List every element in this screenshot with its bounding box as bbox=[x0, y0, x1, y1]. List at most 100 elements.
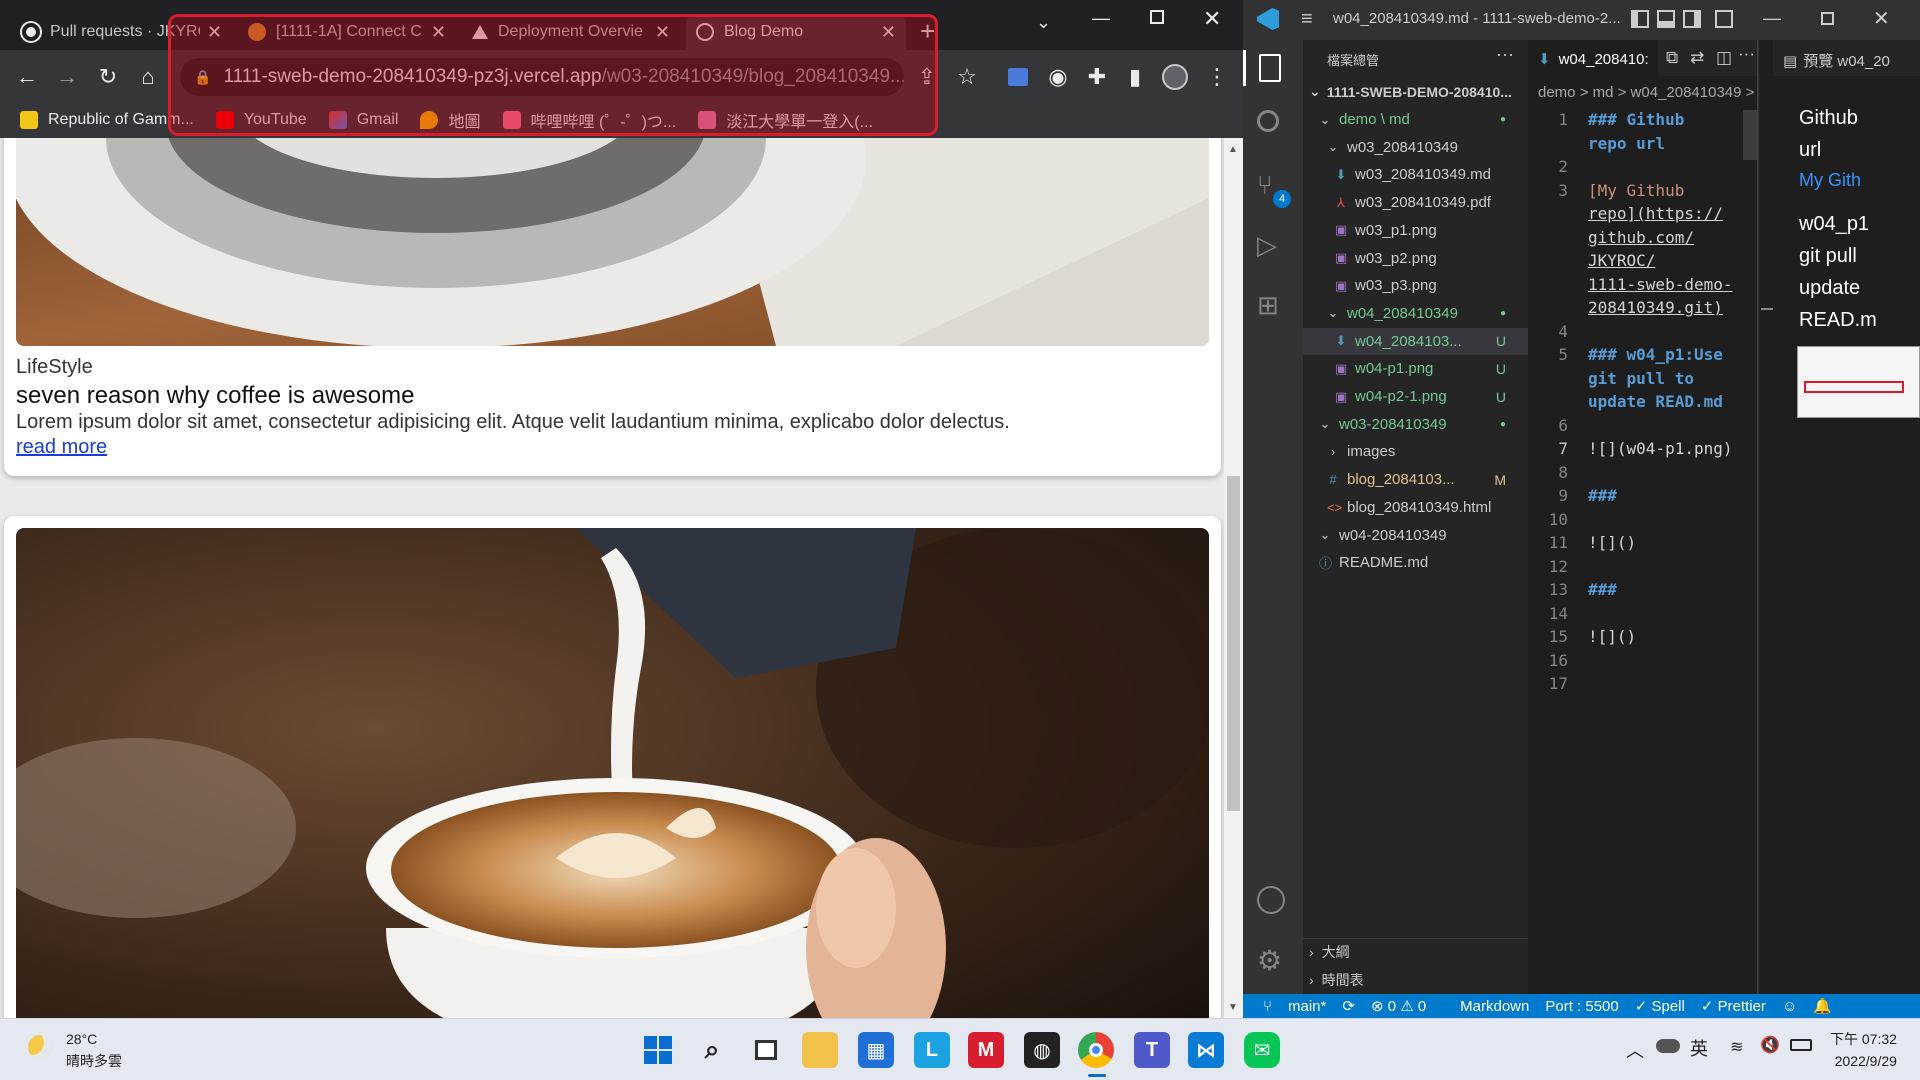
ime-indicator[interactable]: 英 bbox=[1690, 1035, 1708, 1061]
tree-item[interactable]: ⌄ w03-208410349 ● bbox=[1303, 411, 1528, 438]
onedrive-cloud-icon[interactable] bbox=[1656, 1039, 1680, 1053]
tree-item[interactable]: › images bbox=[1303, 438, 1528, 465]
language-mode[interactable]: Markdown bbox=[1460, 998, 1529, 1015]
tree-item[interactable]: ⬇ w03_208410349.md bbox=[1303, 161, 1528, 188]
app-l-icon[interactable]: L bbox=[914, 1032, 950, 1068]
mcafee-icon[interactable]: M bbox=[968, 1032, 1004, 1068]
toggle-sidebar-icon[interactable] bbox=[1631, 10, 1649, 28]
bookmark-star-icon[interactable]: ☆ bbox=[952, 62, 982, 92]
menu-icon[interactable]: ≡ bbox=[1301, 8, 1313, 31]
maximize-button[interactable] bbox=[1150, 10, 1164, 24]
read-more-link[interactable]: read more bbox=[16, 436, 107, 459]
start-windows-icon[interactable] bbox=[640, 1032, 676, 1068]
minimize-button[interactable]: — bbox=[1092, 8, 1110, 29]
split-editor-icon[interactable]: ◫ bbox=[1716, 48, 1732, 68]
preview-tab[interactable]: ▤ 預覽 w04_20 bbox=[1773, 40, 1920, 76]
minimize-button[interactable]: — bbox=[1763, 8, 1781, 29]
tree-item[interactable]: ⅄ w03_208410349.pdf bbox=[1303, 189, 1528, 216]
tree-item[interactable]: ⌄ w03_208410349 bbox=[1303, 134, 1528, 161]
tab-connect[interactable]: [1111-1A] Connect C ✕ bbox=[238, 14, 456, 50]
bookmark-item[interactable]: 地圖 bbox=[420, 108, 481, 132]
bookmark-item[interactable]: Republic of Gamm... bbox=[20, 111, 194, 129]
scroll-down-arrow-icon[interactable]: ▼ bbox=[1228, 1002, 1238, 1013]
tree-item[interactable]: ⓘ README.md bbox=[1303, 549, 1528, 576]
close-icon[interactable]: ✕ bbox=[655, 22, 670, 43]
close-window-button[interactable]: ✕ bbox=[1873, 6, 1890, 31]
editor-scrollbar[interactable] bbox=[1758, 40, 1773, 994]
share-icon[interactable]: ⇪ bbox=[912, 62, 942, 92]
profile-avatar[interactable] bbox=[1160, 62, 1190, 92]
sync-icon[interactable]: ⟳ bbox=[1342, 997, 1355, 1015]
file-explorer-icon[interactable] bbox=[802, 1032, 838, 1068]
explorer-icon[interactable] bbox=[1259, 54, 1281, 82]
volume-muted-icon[interactable]: 🔇 bbox=[1760, 1035, 1780, 1055]
bookmark-item[interactable]: 淡江大學單一登入(... bbox=[698, 108, 873, 132]
tab-pull-requests[interactable]: Pull requests · JKYROC ✕ bbox=[12, 14, 232, 50]
github-desktop-icon[interactable]: ◍ bbox=[1024, 1032, 1060, 1068]
git-branch[interactable]: main* bbox=[1288, 998, 1326, 1015]
tree-item[interactable]: <> blog_208410349.html bbox=[1303, 494, 1528, 521]
close-icon[interactable]: ✕ bbox=[431, 22, 446, 43]
home-button[interactable]: ⌂ bbox=[133, 62, 163, 92]
run-debug-icon[interactable]: ▷ bbox=[1257, 230, 1277, 261]
chrome-icon[interactable] bbox=[1078, 1032, 1114, 1068]
tab-search-icon[interactable]: ⌄ bbox=[1036, 12, 1051, 33]
toggle-secondary-sidebar-icon[interactable] bbox=[1683, 10, 1701, 28]
tree-item[interactable]: # blog_2084103... M bbox=[1303, 466, 1528, 493]
minimap[interactable] bbox=[1743, 110, 1758, 160]
bookmark-item[interactable]: YouTube bbox=[215, 111, 307, 129]
close-window-button[interactable]: ✕ bbox=[1203, 6, 1221, 32]
new-tab-button[interactable]: + bbox=[920, 16, 935, 47]
tree-item[interactable]: ⌄ demo \ md ● bbox=[1303, 106, 1528, 133]
notifications-bell-icon[interactable]: 🔔 bbox=[1813, 997, 1832, 1015]
weather-desc[interactable]: 晴時多雲 bbox=[66, 1051, 122, 1071]
battery-icon[interactable] bbox=[1790, 1039, 1812, 1051]
bookmark-item[interactable]: 哔哩哔哩 (゜-゜)つ... bbox=[502, 108, 676, 132]
search-icon[interactable]: ⌕ bbox=[694, 1032, 730, 1068]
extensions-icon[interactable]: ⊞ bbox=[1257, 290, 1279, 321]
more-actions-icon[interactable]: ··· bbox=[1738, 44, 1755, 64]
timeline-section[interactable]: › 時間表 bbox=[1303, 966, 1528, 993]
editor-tab[interactable]: ⬇ w04_208410: bbox=[1528, 40, 1658, 76]
preview-link[interactable]: My Gith bbox=[1799, 170, 1861, 191]
close-icon[interactable]: ✕ bbox=[881, 22, 896, 43]
translate-icon[interactable] bbox=[1003, 62, 1033, 92]
tab-deployment[interactable]: Deployment Overvie ✕ bbox=[462, 14, 680, 50]
task-view-icon[interactable] bbox=[748, 1032, 784, 1068]
bookmark-item[interactable]: Gmail bbox=[328, 111, 398, 129]
accounts-icon[interactable] bbox=[1257, 886, 1285, 914]
tree-item[interactable]: ▣ w04-p2-1.png U bbox=[1303, 383, 1528, 410]
wifi-icon[interactable]: ≋ bbox=[1730, 1037, 1743, 1057]
teams-icon[interactable]: T bbox=[1134, 1032, 1170, 1068]
breadcrumb[interactable]: demo > md > w04_208410349 > bbox=[1538, 84, 1754, 101]
toggle-panel-icon[interactable] bbox=[1657, 10, 1675, 28]
tree-item[interactable]: ⌄ w04_208410349 ● bbox=[1303, 300, 1528, 327]
extension-icon[interactable]: ◉ bbox=[1043, 62, 1073, 92]
close-icon[interactable]: ✕ bbox=[207, 22, 222, 43]
weather-temp[interactable]: 28°C bbox=[66, 1031, 97, 1047]
scroll-thumb[interactable] bbox=[1227, 476, 1240, 811]
prettier-status[interactable]: ✓ Prettier bbox=[1701, 997, 1766, 1015]
address-bar[interactable]: 🔒 1111-sweb-demo-208410349-pz3j.vercel.a… bbox=[180, 58, 904, 96]
clock[interactable]: 下午 07:32 2022/9/29 bbox=[1830, 1029, 1897, 1069]
source-control-icon[interactable]: ⑂ bbox=[1257, 170, 1273, 201]
scroll-up-arrow-icon[interactable]: ▲ bbox=[1228, 144, 1238, 155]
back-button[interactable]: ← bbox=[12, 62, 42, 92]
tree-item[interactable]: ▣ w03_p2.png bbox=[1303, 245, 1528, 272]
reload-button[interactable]: ↻ bbox=[93, 62, 123, 92]
tree-item[interactable]: ▣ w04-p1.png U bbox=[1303, 355, 1528, 382]
layout-icon[interactable] bbox=[1715, 10, 1733, 28]
more-actions-icon[interactable]: ··· bbox=[1496, 44, 1514, 65]
problems-count[interactable]: ⊗ 0 ⚠ 0 bbox=[1371, 997, 1426, 1015]
search-icon[interactable] bbox=[1257, 110, 1279, 132]
code-editor[interactable]: ### Github repo url [My Github repo](https:… bbox=[1588, 110, 1743, 698]
side-panel-icon[interactable]: ▮ bbox=[1120, 62, 1150, 92]
project-root[interactable]: ⌄ 1111-SWEB-DEMO-208410... bbox=[1303, 78, 1528, 105]
compare-changes-icon[interactable]: ⇄ bbox=[1690, 48, 1704, 68]
line-icon[interactable]: ✉ bbox=[1244, 1032, 1280, 1068]
page-scrollbar[interactable]: ▲ ▼ bbox=[1224, 138, 1243, 1018]
tree-item[interactable]: ⬇ w04_2084103... U bbox=[1303, 327, 1528, 355]
forward-button[interactable]: → bbox=[52, 62, 82, 92]
outline-section[interactable]: › 大綱 bbox=[1303, 938, 1528, 965]
live-server-port[interactable]: Port : 5500 bbox=[1545, 998, 1618, 1015]
